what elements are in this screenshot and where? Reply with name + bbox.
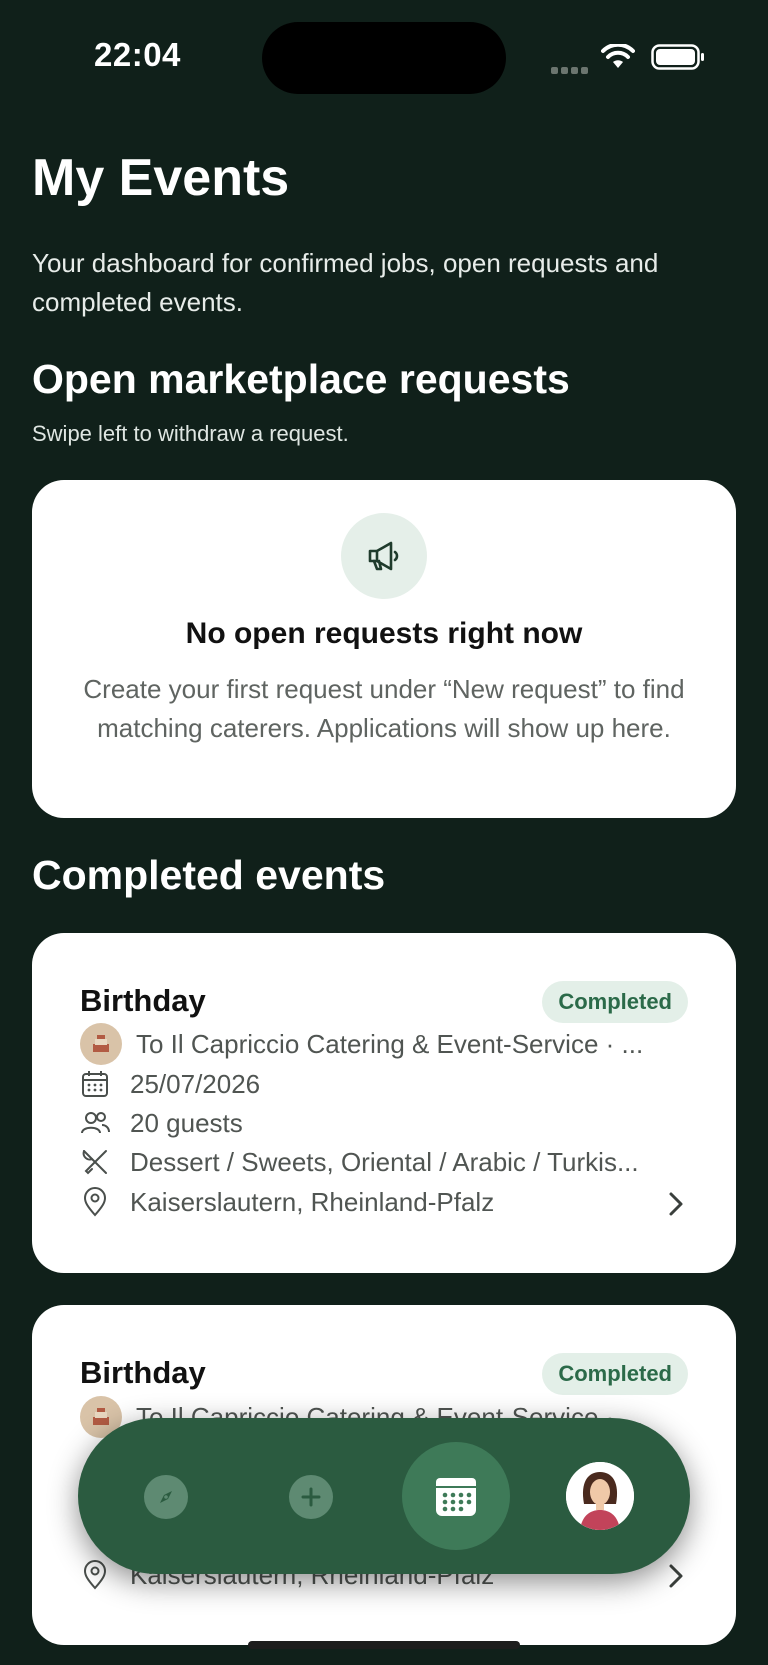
event-card[interactable]: Birthday Completed To Il Capriccio Cater… <box>32 933 736 1273</box>
guests-row: 20 guests <box>80 1105 720 1141</box>
tab-explore[interactable] <box>144 1475 188 1519</box>
signal-icon <box>551 61 591 74</box>
cuisine-row: Dessert / Sweets, Oriental / Arabic / Tu… <box>80 1144 720 1180</box>
caterer-row: To Il Capriccio Catering & Event-Service… <box>80 1023 720 1065</box>
status-bar: 22:04 <box>0 0 768 110</box>
caterer-avatar <box>80 1023 122 1065</box>
empty-state-title: No open requests right now <box>185 617 583 650</box>
calendar-icon <box>436 1478 476 1516</box>
location-pin-icon <box>80 1184 122 1220</box>
battery-icon <box>651 44 704 70</box>
status-badge: Completed <box>542 1353 688 1395</box>
chevron-right-icon[interactable] <box>668 1563 684 1589</box>
open-requests-heading: Open marketplace requests <box>32 356 570 402</box>
cutlery-icon <box>80 1144 122 1180</box>
event-location: Kaiserslautern, Rheinland-Pfalz <box>130 1186 495 1217</box>
swipe-hint: Swipe left to withdraw a request. <box>32 421 349 446</box>
guests-icon <box>80 1105 122 1141</box>
cuisine-types: Dessert / Sweets, Oriental / Arabic / Tu… <box>130 1146 639 1177</box>
page-subtitle: Your dashboard for confirmed jobs, open … <box>32 248 659 317</box>
home-indicator <box>248 1641 520 1649</box>
tab-bar <box>78 1418 690 1574</box>
date-row: 25/07/2026 <box>80 1066 720 1102</box>
chevron-right-icon[interactable] <box>668 1191 684 1217</box>
event-title: Birthday <box>80 983 206 1018</box>
compass-icon <box>160 1491 172 1503</box>
tab-my-events[interactable] <box>402 1442 510 1550</box>
caterer-name: To Il Capriccio Catering & Event-Service… <box>136 1028 644 1059</box>
page-title: My Events <box>32 149 290 207</box>
tab-profile[interactable] <box>566 1462 634 1530</box>
dynamic-island <box>262 22 506 94</box>
guest-count: 20 guests <box>130 1107 243 1138</box>
location-row: Kaiserslautern, Rheinland-Pfalz <box>80 1184 720 1220</box>
event-title: Birthday <box>80 1355 206 1390</box>
empty-state-body: Create your first request under “New req… <box>83 674 685 743</box>
megaphone-icon <box>341 513 427 599</box>
wifi-icon <box>601 44 635 68</box>
status-time: 22:04 <box>94 36 181 73</box>
profile-avatar <box>566 1462 634 1530</box>
calendar-icon <box>80 1066 122 1102</box>
completed-events-heading: Completed events <box>32 852 386 898</box>
tab-new-request[interactable] <box>289 1475 333 1519</box>
empty-state-card: No open requests right now Create your f… <box>32 480 736 818</box>
event-date: 25/07/2026 <box>130 1068 261 1099</box>
plus-icon <box>301 1487 321 1507</box>
status-badge: Completed <box>542 981 688 1023</box>
